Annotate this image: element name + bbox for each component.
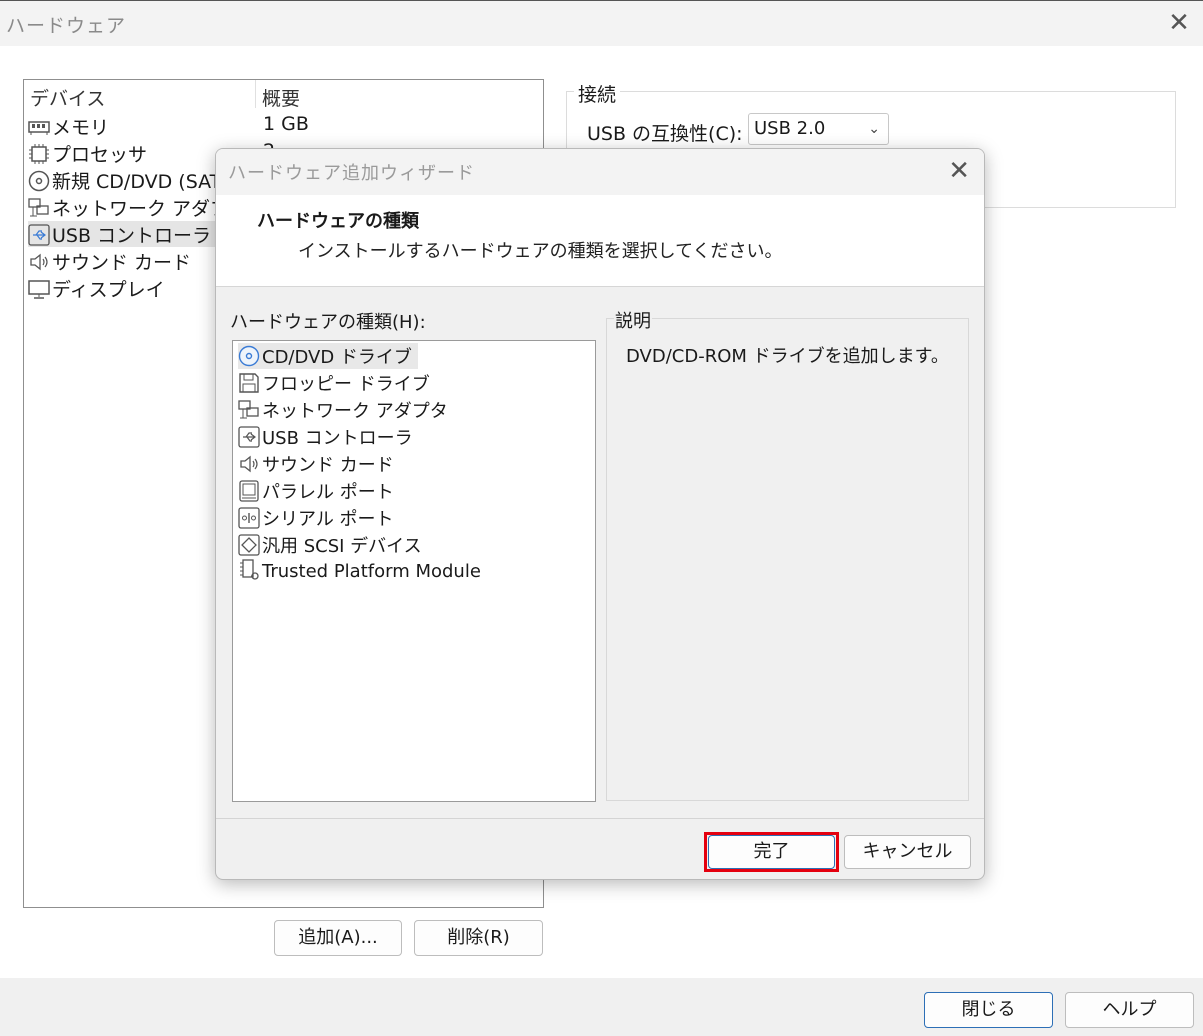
- description-text: DVD/CD-ROM ドライブを追加します。: [626, 346, 949, 367]
- device-name: プロセッサ: [52, 144, 148, 166]
- floppy-icon: [238, 372, 260, 394]
- device-row-memory[interactable]: メモリ 1 GB: [28, 113, 540, 139]
- hw-item-serial-port[interactable]: シリアル ポート: [238, 505, 400, 531]
- hw-item-cd-dvd[interactable]: CD/DVD ドライブ: [238, 343, 418, 369]
- help-button[interactable]: ヘルプ: [1065, 992, 1194, 1028]
- add-hardware-wizard: ハードウェア追加ウィザード ✕ ハードウェアの種類 インストールするハードウェア…: [215, 148, 985, 880]
- hw-item-label: シリアル ポート: [262, 509, 394, 530]
- summary-column-header[interactable]: 概要: [262, 84, 300, 111]
- connection-group-title: 接続: [574, 80, 621, 107]
- wizard-header-subtitle: インストールするハードウェアの種類を選択してください。: [298, 241, 783, 262]
- hardware-type-label: ハードウェアの種類(H):: [230, 312, 426, 333]
- close-icon[interactable]: ✕: [1165, 9, 1193, 37]
- remove-button[interactable]: 削除(R): [414, 920, 543, 956]
- memory-icon: [28, 116, 50, 138]
- cancel-button[interactable]: キャンセル: [844, 835, 971, 869]
- usb-icon: [28, 224, 50, 246]
- network-adapter-icon: [238, 399, 260, 421]
- hw-item-tpm[interactable]: Trusted Platform Module: [238, 559, 487, 585]
- usb-compat-select[interactable]: USB 2.0 ⌄: [748, 113, 889, 145]
- wizard-header-title: ハードウェアの種類: [257, 211, 419, 232]
- parallel-port-icon: [238, 480, 260, 502]
- hw-item-scsi[interactable]: 汎用 SCSI デバイス: [238, 532, 428, 558]
- processor-icon: [28, 143, 50, 165]
- device-name: サウンド カード: [52, 252, 192, 274]
- wizard-header: ハードウェアの種類 インストールするハードウェアの種類を選択してください。: [216, 195, 984, 287]
- description-title: 説明: [614, 307, 652, 333]
- device-name: メモリ: [52, 117, 110, 139]
- description-group: [606, 318, 969, 801]
- usb-icon: [238, 426, 260, 448]
- usb-compat-label: USB の互換性(C):: [587, 123, 743, 145]
- speaker-icon: [238, 453, 260, 475]
- window-title: ハードウェア: [6, 15, 127, 37]
- device-column-header[interactable]: デバイス: [30, 84, 105, 111]
- chevron-down-icon: ⌄: [868, 121, 880, 137]
- device-name: USB コントローラ: [52, 225, 212, 247]
- device-summary: 1 GB: [263, 113, 309, 135]
- cd-dvd-icon: [28, 170, 50, 192]
- usb-compat-value: USB 2.0: [754, 118, 826, 139]
- monitor-icon: [28, 278, 50, 300]
- device-name: ディスプレイ: [52, 279, 165, 301]
- hw-item-label: Trusted Platform Module: [262, 561, 481, 582]
- hw-item-label: CD/DVD ドライブ: [262, 347, 412, 368]
- hw-item-label: パラレル ポート: [262, 482, 394, 503]
- close-icon[interactable]: ✕: [948, 156, 970, 186]
- hw-item-label: 汎用 SCSI デバイス: [262, 536, 422, 557]
- hw-item-label: USB コントローラ: [262, 428, 413, 449]
- device-name: 新規 CD/DVD (SATA): [52, 171, 241, 193]
- cd-dvd-icon: [238, 345, 260, 367]
- window-titlebar: ハードウェア ✕: [0, 0, 1203, 46]
- hw-item-label: ネットワーク アダプタ: [262, 401, 448, 422]
- hw-item-usb[interactable]: USB コントローラ: [238, 424, 419, 450]
- hw-item-network[interactable]: ネットワーク アダプタ: [238, 397, 454, 423]
- scsi-icon: [238, 534, 260, 556]
- wizard-title: ハードウェア追加ウィザード: [228, 163, 475, 184]
- hw-item-sound[interactable]: サウンド カード: [238, 451, 400, 477]
- column-divider[interactable]: [255, 80, 256, 108]
- speaker-icon: [28, 251, 50, 273]
- serial-port-icon: [238, 507, 260, 529]
- network-adapter-icon: [28, 197, 50, 219]
- wizard-titlebar: ハードウェア追加ウィザード ✕: [216, 149, 984, 195]
- add-button[interactable]: 追加(A)...: [274, 920, 402, 956]
- hw-item-parallel-port[interactable]: パラレル ポート: [238, 478, 400, 504]
- hw-item-label: サウンド カード: [262, 455, 394, 476]
- hw-item-label: フロッピー ドライブ: [262, 374, 430, 395]
- hw-item-floppy[interactable]: フロッピー ドライブ: [238, 370, 436, 396]
- wizard-footer-divider: [216, 818, 984, 819]
- hardware-type-list[interactable]: CD/DVD ドライブ フロッピー ドライブ ネットワーク アダプタ USB コ…: [232, 340, 596, 802]
- close-button[interactable]: 閉じる: [924, 992, 1053, 1028]
- finish-button-highlight: [704, 832, 839, 872]
- tpm-icon: [238, 559, 260, 581]
